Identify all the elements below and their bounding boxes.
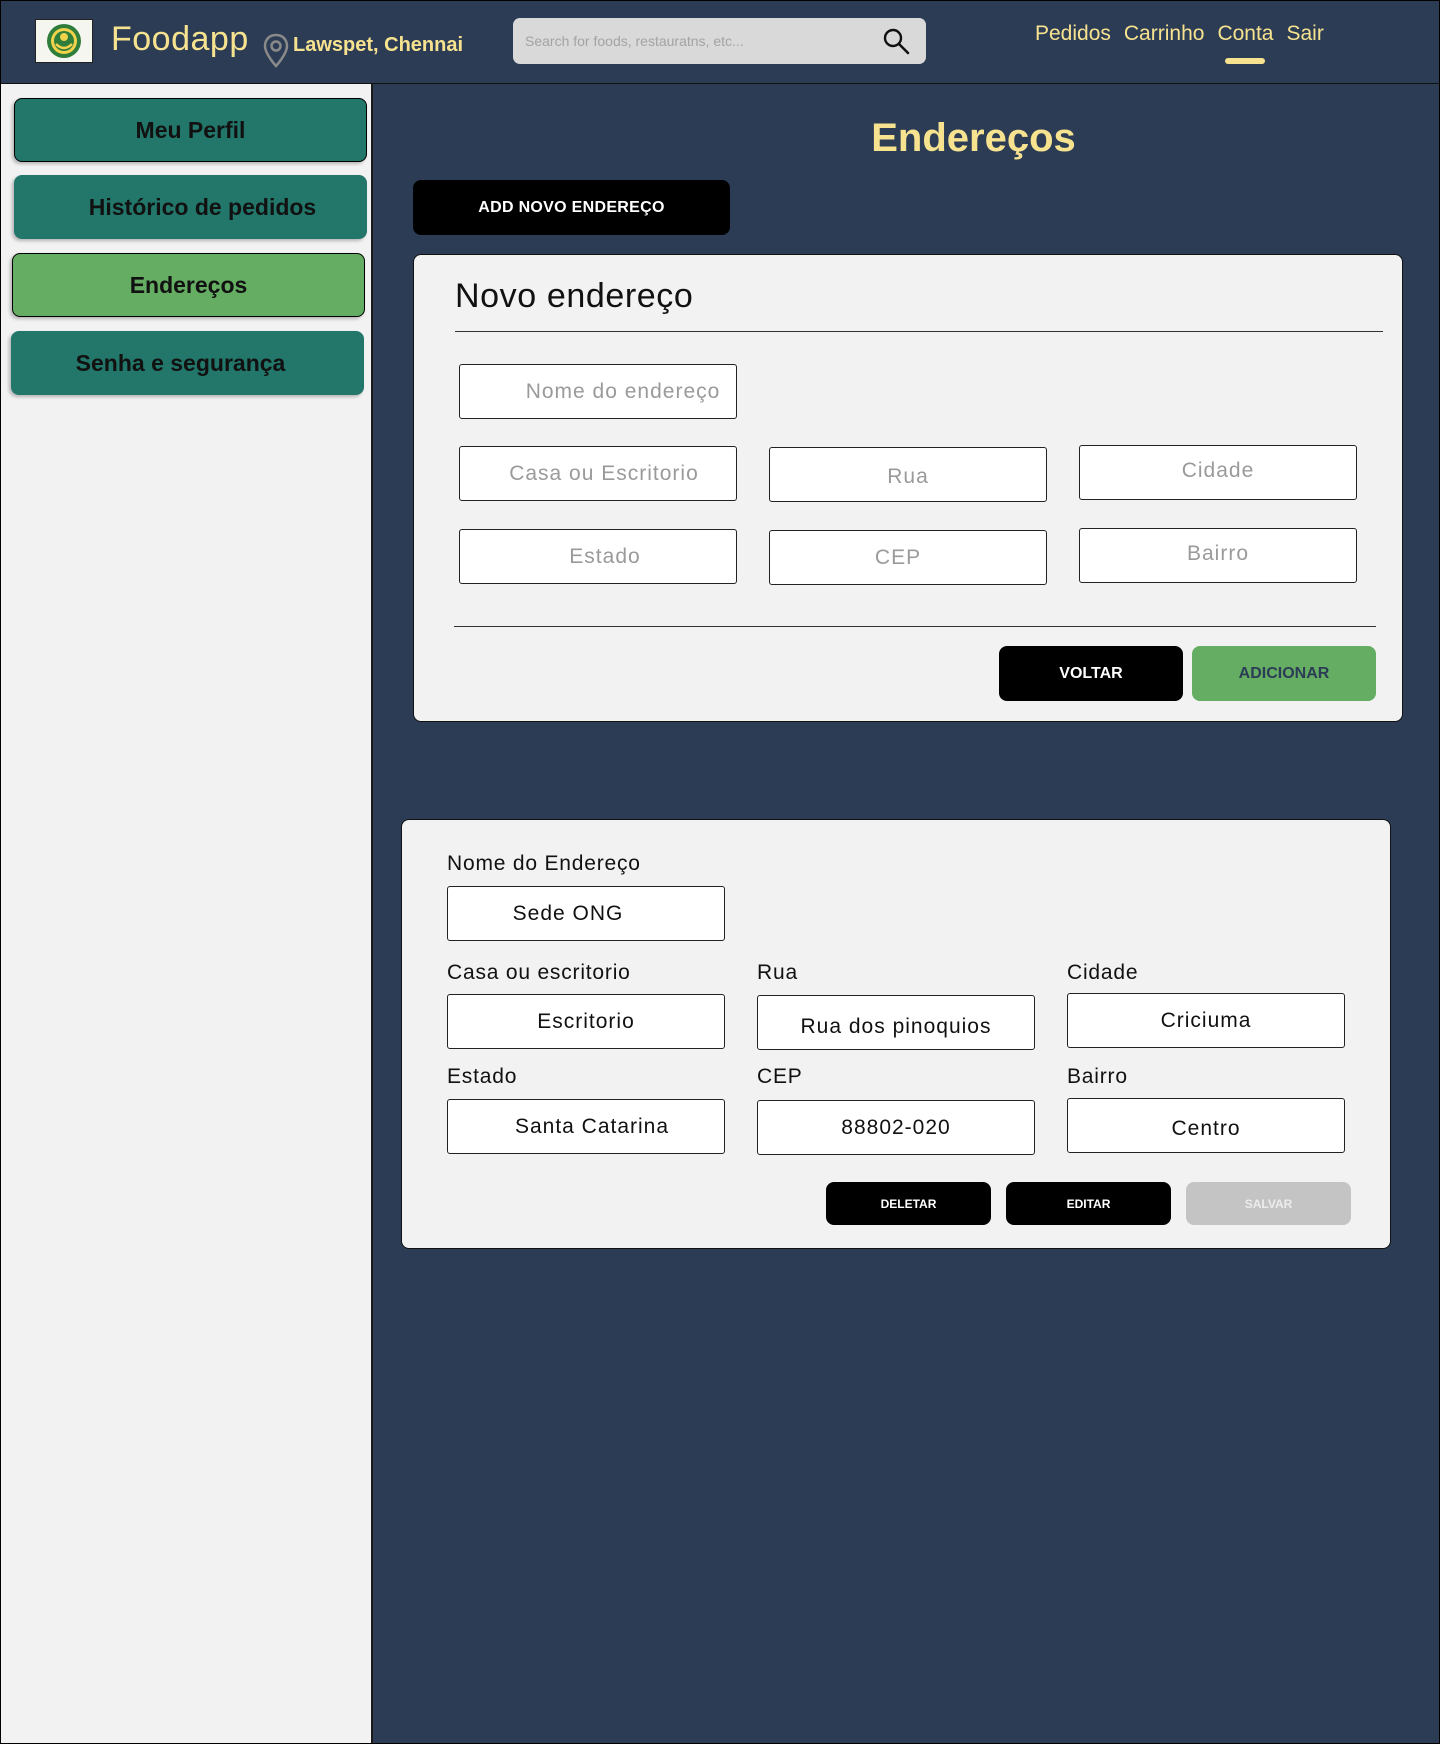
location-pin-icon xyxy=(263,33,289,68)
zip-input[interactable]: CEP xyxy=(769,530,1047,585)
divider xyxy=(454,626,1376,627)
address-name-label: Nome do Endereço xyxy=(447,852,641,875)
nav-conta[interactable]: Conta xyxy=(1217,22,1273,64)
district-field[interactable]: Centro xyxy=(1067,1098,1345,1153)
city-label: Cidade xyxy=(1067,961,1139,984)
zip-label: CEP xyxy=(757,1065,803,1088)
divider xyxy=(455,331,1383,332)
state-label: Estado xyxy=(447,1065,518,1088)
city-field[interactable]: Criciuma xyxy=(1067,993,1345,1048)
search-input[interactable] xyxy=(525,18,875,64)
state-field[interactable]: Santa Catarina xyxy=(447,1099,725,1154)
nav-sair[interactable]: Sair xyxy=(1286,22,1323,46)
location-text[interactable]: Lawspet, Chennai xyxy=(293,34,463,57)
sidebar-item-historico[interactable]: Histórico de pedidos xyxy=(14,175,367,239)
nav-carrinho[interactable]: Carrinho xyxy=(1124,22,1205,46)
street-input[interactable]: Rua xyxy=(769,447,1047,502)
district-input[interactable]: Bairro xyxy=(1079,528,1357,583)
sidebar-item-meu-perfil[interactable]: Meu Perfil xyxy=(14,98,367,162)
street-field[interactable]: Rua dos pinoquios xyxy=(757,995,1035,1050)
top-header: Foodapp Lawspet, Chennai Pedidos Carrinh… xyxy=(0,0,1440,84)
add-address-button[interactable]: ADD NOVO ENDEREÇO xyxy=(413,180,730,235)
sidebar-item-senha[interactable]: Senha e segurança xyxy=(11,331,364,395)
zip-field[interactable]: 88802-020 xyxy=(757,1100,1035,1155)
city-input[interactable]: Cidade xyxy=(1079,445,1357,500)
delete-button[interactable]: DELETAR xyxy=(826,1182,991,1225)
address-name-input[interactable]: Nome do endereço xyxy=(459,364,737,419)
address-type-input[interactable]: Casa ou Escritorio xyxy=(459,446,737,501)
logo-icon[interactable] xyxy=(35,19,93,63)
top-nav: Pedidos Carrinho Conta Sair xyxy=(1035,22,1324,64)
address-type-label: Casa ou escritorio xyxy=(447,961,631,984)
state-input[interactable]: Estado xyxy=(459,529,737,584)
sidebar: Meu Perfil Histórico de pedidos Endereço… xyxy=(0,84,373,1744)
back-button[interactable]: VOLTAR xyxy=(999,646,1183,701)
add-confirm-button[interactable]: ADICIONAR xyxy=(1192,646,1376,701)
sidebar-item-enderecos[interactable]: Endereços xyxy=(12,253,365,317)
district-label: Bairro xyxy=(1067,1065,1128,1088)
page-title: Endereços xyxy=(871,116,1076,160)
save-button[interactable]: SALVAR xyxy=(1186,1182,1351,1225)
address-name-field[interactable]: Sede ONG xyxy=(447,886,725,941)
edit-button[interactable]: EDITAR xyxy=(1006,1182,1171,1225)
nav-pedidos[interactable]: Pedidos xyxy=(1035,22,1111,46)
street-label: Rua xyxy=(757,961,798,984)
search-icon[interactable] xyxy=(882,27,910,55)
new-address-card: Novo endereço Nome do endereço Casa ou E… xyxy=(413,254,1403,722)
search-bar xyxy=(513,18,926,64)
saved-address-card: Nome do Endereço Sede ONG Casa ou escrit… xyxy=(401,819,1391,1249)
address-type-field[interactable]: Escritorio xyxy=(447,994,725,1049)
new-address-title: Novo endereço xyxy=(455,277,694,315)
brand-name[interactable]: Foodapp xyxy=(111,20,249,59)
